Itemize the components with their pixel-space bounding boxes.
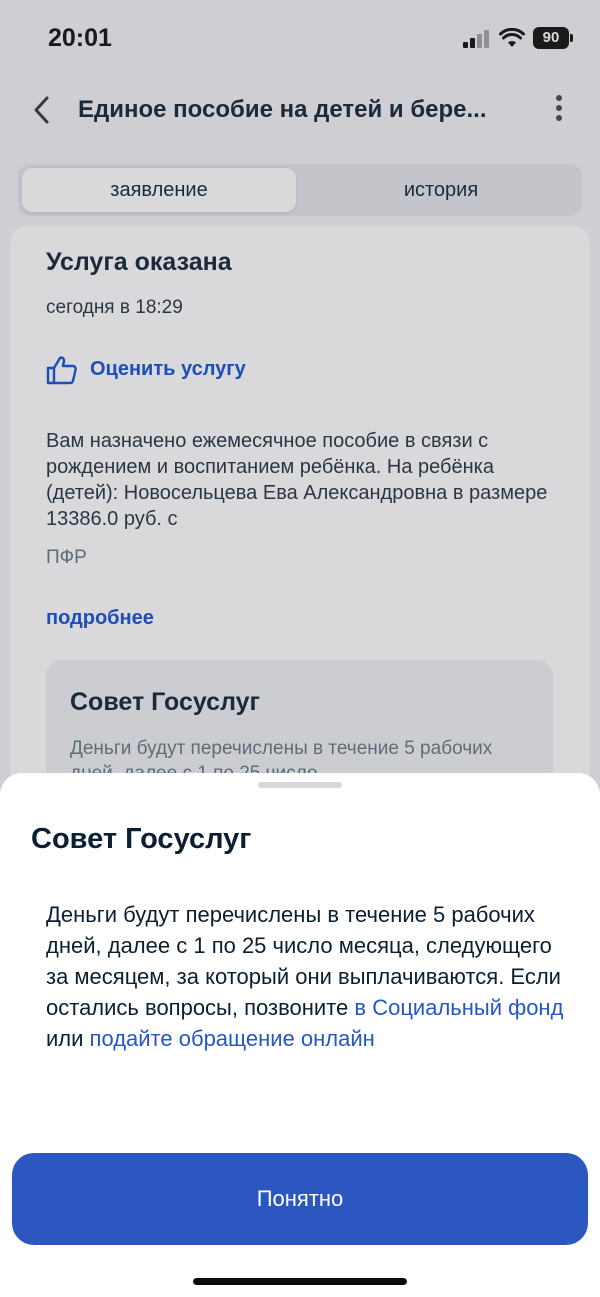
ok-button[interactable]: Понятно bbox=[12, 1153, 588, 1245]
online-appeal-link[interactable]: подайте обращение онлайн bbox=[90, 1026, 375, 1051]
sheet-title: Совет Госуслуг bbox=[31, 823, 252, 855]
sheet-text: Деньги будут перечислены в течение 5 раб… bbox=[46, 899, 566, 1054]
social-fund-link[interactable]: в Социальный фонд bbox=[354, 995, 563, 1020]
sheet-text-part2: или bbox=[46, 1026, 90, 1051]
bottom-sheet: Совет Госуслуг Деньги будут перечислены … bbox=[0, 773, 600, 1297]
sheet-grabber[interactable] bbox=[258, 782, 342, 788]
home-indicator bbox=[193, 1278, 407, 1285]
